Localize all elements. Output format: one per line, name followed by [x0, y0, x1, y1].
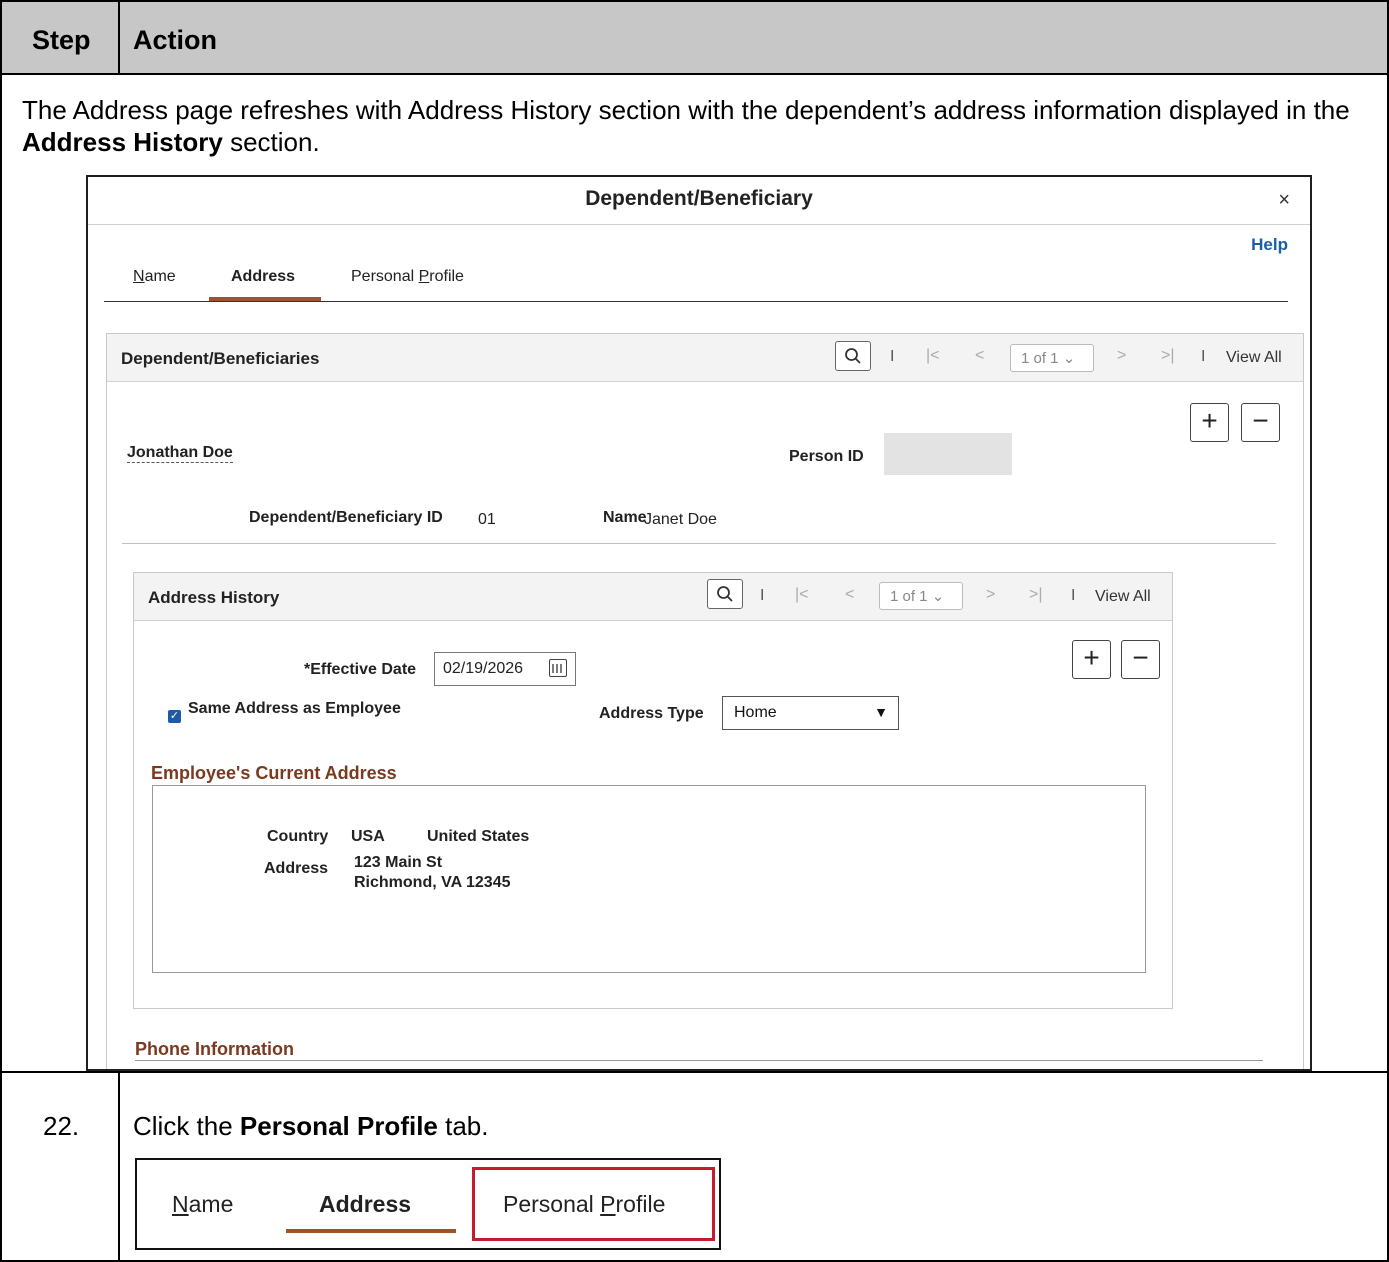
- dependent-id-label: Dependent/Beneficiary ID: [249, 509, 443, 526]
- address-history-header: Address History I |< < 1 of 1 ⌄ > >| I V…: [134, 573, 1172, 621]
- effective-date-field[interactable]: 02/19/2026: [434, 652, 576, 686]
- country-label: Country: [267, 828, 329, 845]
- person-id-value-redacted: [884, 433, 1012, 475]
- table-header-row: Step Action: [2, 2, 1387, 75]
- employee-name-link[interactable]: Jonathan Doe: [127, 444, 233, 463]
- add-row-button[interactable]: +: [1072, 640, 1111, 679]
- tabs-divider: [104, 301, 1288, 302]
- name-value: Janet Doe: [644, 511, 717, 528]
- intro-bold: Address History: [22, 127, 223, 157]
- step-number: 22.: [43, 1111, 80, 1141]
- step-instruction: Click the Personal Profile tab.: [133, 1111, 489, 1141]
- separator: I: [760, 587, 765, 604]
- separator: I: [1201, 348, 1206, 365]
- address-label: Address: [264, 860, 329, 877]
- close-icon[interactable]: ×: [1278, 189, 1290, 212]
- help-link[interactable]: Help: [1251, 235, 1288, 255]
- address-type-label: Address Type: [599, 705, 704, 722]
- address-type-select[interactable]: Home ▼: [722, 696, 899, 730]
- search-icon[interactable]: [707, 579, 743, 609]
- page-select[interactable]: 1 of 1 ⌄: [879, 582, 963, 610]
- intro-text-1: The Address page refreshes with Address …: [22, 95, 1350, 125]
- address-history-title: Address History: [148, 588, 280, 607]
- delete-row-button[interactable]: −: [1241, 403, 1280, 442]
- chevron-down-icon: ▼: [874, 704, 888, 720]
- dependent-id-value: 01: [478, 511, 496, 528]
- effective-date-label: *Effective Date: [304, 661, 417, 678]
- previous-page-icon[interactable]: <: [845, 586, 854, 604]
- search-icon[interactable]: [835, 341, 871, 371]
- calendar-icon[interactable]: [549, 659, 567, 677]
- divider: [122, 543, 1276, 544]
- next-page-icon[interactable]: >: [986, 586, 995, 604]
- tab-address[interactable]: Address: [231, 268, 295, 286]
- column-divider: [118, 2, 120, 75]
- tab-name[interactable]: Name: [133, 268, 176, 286]
- tab-address[interactable]: Address: [319, 1191, 411, 1218]
- instruction-table: Step Action The Address page refreshes w…: [0, 0, 1389, 1262]
- country-code: USA: [351, 828, 385, 845]
- view-all-link[interactable]: View All: [1095, 588, 1151, 606]
- step-column-header: Step: [32, 25, 91, 55]
- employee-address-box: [152, 785, 1146, 973]
- next-page-icon[interactable]: >: [1117, 347, 1126, 365]
- highlight-box: [472, 1167, 715, 1241]
- active-tab-indicator: [286, 1229, 456, 1233]
- same-address-label: Same Address as Employee: [188, 700, 401, 717]
- country-name: United States: [427, 828, 530, 845]
- phone-information-title: Phone Information: [135, 1039, 294, 1059]
- row-divider: [2, 1071, 1387, 1073]
- same-address-checkbox[interactable]: ✓: [168, 710, 181, 723]
- previous-page-icon[interactable]: <: [975, 347, 984, 365]
- address-line-1: 123 Main St: [354, 854, 443, 871]
- address-line-2: Richmond, VA 12345: [354, 874, 511, 891]
- modal-title: Dependent/Beneficiary: [88, 177, 1310, 225]
- first-page-icon[interactable]: |<: [926, 347, 940, 365]
- name-label: Name: [603, 509, 647, 526]
- last-page-icon[interactable]: >|: [1161, 347, 1175, 365]
- intro-paragraph: The Address page refreshes with Address …: [22, 94, 1362, 158]
- tabs-excerpt-image: Name Address Personal Profile: [135, 1158, 721, 1250]
- dependents-header: Dependent/Beneficiaries I |< < 1 of 1 ⌄ …: [107, 334, 1303, 382]
- action-column-header: Action: [133, 25, 217, 55]
- page-select[interactable]: 1 of 1 ⌄: [1010, 344, 1094, 372]
- column-divider: [118, 1073, 120, 1262]
- separator: I: [1071, 587, 1076, 604]
- divider: [135, 1060, 1263, 1061]
- first-page-icon[interactable]: |<: [795, 586, 809, 604]
- employee-current-address-title: Employee's Current Address: [151, 763, 397, 783]
- delete-row-button[interactable]: −: [1121, 640, 1160, 679]
- separator: I: [890, 348, 895, 365]
- dependent-beneficiary-screenshot: Dependent/Beneficiary × Help Name Addres…: [86, 175, 1312, 1071]
- dependents-title: Dependent/Beneficiaries: [121, 349, 320, 368]
- tab-personal-profile[interactable]: Personal Profile: [351, 268, 464, 286]
- last-page-icon[interactable]: >|: [1029, 586, 1043, 604]
- person-id-label: Person ID: [789, 448, 864, 465]
- intro-text-2: section.: [222, 127, 320, 157]
- add-row-button[interactable]: +: [1190, 403, 1229, 442]
- tab-name[interactable]: Name: [172, 1191, 233, 1218]
- view-all-link[interactable]: View All: [1226, 349, 1282, 367]
